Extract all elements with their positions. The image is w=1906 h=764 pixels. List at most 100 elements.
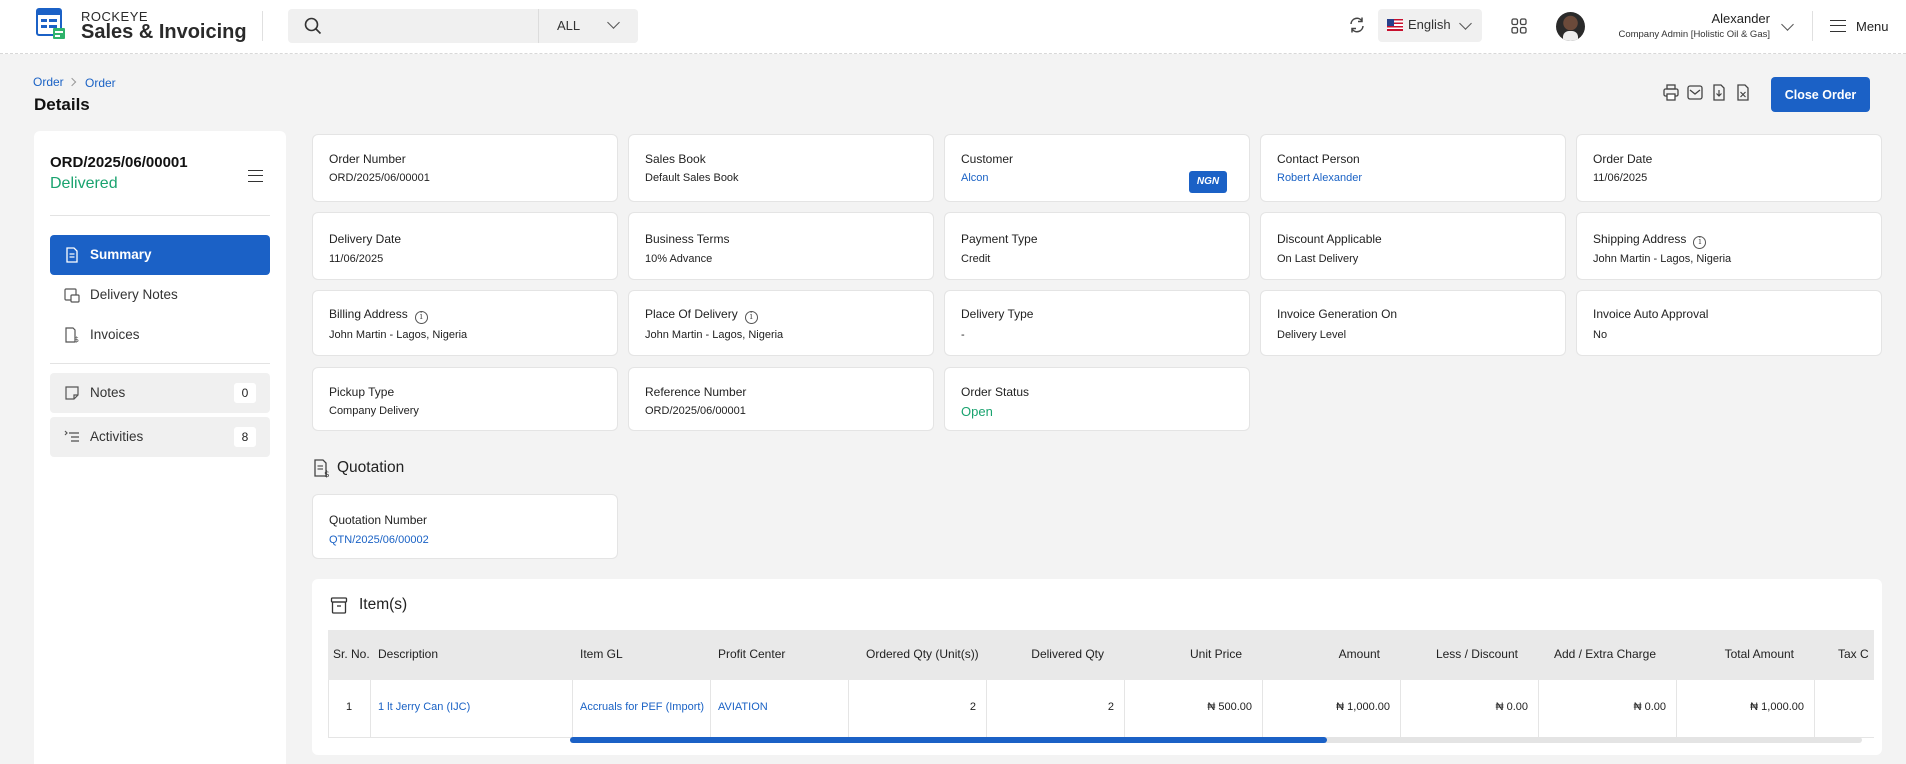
cell-description-link[interactable]: 1 lt Jerry Can (IJC) — [378, 701, 470, 713]
info-icon[interactable]: i — [744, 311, 758, 324]
field-business-terms: Business Terms 10% Advance — [628, 212, 934, 280]
field-value: John Martin - Lagos, Nigeria — [1593, 253, 1732, 265]
field-discount-applicable: Discount Applicable On Last Delivery — [1260, 212, 1566, 280]
field-value: ORD/2025/06/00001 — [329, 172, 430, 184]
field-value: Default Sales Book — [645, 172, 739, 184]
user-name[interactable]: Alexander — [1600, 11, 1770, 26]
divider — [50, 215, 270, 216]
column-header[interactable]: Total Amount — [1694, 647, 1794, 661]
brand-name: Sales & Invoicing — [81, 21, 247, 43]
quotation-icon: $ — [314, 459, 330, 478]
horizontal-scrollbar-thumb[interactable] — [570, 737, 1327, 743]
cell-profit-center-link[interactable]: AVIATION — [718, 701, 768, 713]
field-value: 11/06/2025 — [1593, 172, 1648, 184]
field-pickup-type: Pickup Type Company Delivery — [312, 367, 618, 431]
sidebar-item-summary[interactable]: Summary — [50, 235, 270, 275]
sidebar-item-invoices[interactable]: $ Invoices — [50, 315, 270, 355]
box-icon — [330, 597, 348, 614]
print-icon[interactable] — [1663, 84, 1679, 101]
field-label-wrap: Billing Address i — [329, 307, 428, 324]
search-scope-label: ALL — [557, 18, 581, 33]
field-value: No — [1593, 329, 1608, 341]
column-header[interactable]: Less / Discount — [1418, 647, 1518, 661]
info-icon[interactable]: i — [414, 311, 428, 324]
column-header[interactable]: Item GL — [580, 647, 623, 661]
sidebar-menu-icon[interactable] — [248, 170, 263, 182]
breadcrumb-order-2[interactable]: Order — [85, 76, 116, 90]
cell-border — [1814, 680, 1815, 738]
sidebar-item-label: Delivery Notes — [90, 287, 178, 302]
column-header[interactable]: Delivered Qty — [1004, 647, 1104, 661]
field-place-of-delivery: Place Of Delivery i John Martin - Lagos, … — [628, 290, 934, 356]
column-header[interactable]: Profit Center — [718, 647, 785, 661]
field-label: Customer — [961, 152, 1014, 166]
sidebar-item-label: Notes — [90, 385, 126, 400]
field-label-wrap: Shipping Address i — [1593, 232, 1707, 249]
search-scope-select[interactable]: ALL — [538, 9, 638, 43]
divider — [1812, 11, 1813, 41]
pdf-download-icon[interactable] — [1711, 84, 1727, 101]
email-icon[interactable] — [1687, 84, 1703, 101]
search-icon[interactable] — [304, 17, 322, 35]
sidebar-item-label: Invoices — [90, 327, 140, 342]
column-header[interactable]: Unit Price — [1142, 647, 1242, 661]
cell-border — [572, 680, 573, 738]
field-label: Order Number — [329, 152, 406, 166]
items-section: Item(s) Sr. No. Description Item GL Prof… — [312, 579, 1882, 755]
field-label: Contact Person — [1277, 152, 1360, 166]
field-label-wrap: Place Of Delivery i — [645, 307, 758, 324]
refresh-icon[interactable] — [1348, 16, 1366, 34]
delivery-note-icon — [64, 288, 80, 303]
field-contact-person: Contact Person Robert Alexander — [1260, 134, 1566, 202]
apps-grid-icon[interactable] — [1511, 18, 1527, 34]
breadcrumb-order-1[interactable]: Order — [33, 75, 64, 89]
cell-item-gl-link[interactable]: Accruals for PEF (Import) — [580, 701, 704, 713]
field-order-number: Order Number ORD/2025/06/00001 — [312, 134, 618, 202]
field-label: Place Of Delivery — [645, 307, 738, 321]
field-label: Order Date — [1593, 152, 1653, 166]
svg-text:$: $ — [74, 335, 79, 343]
column-header[interactable]: Description — [378, 647, 438, 661]
field-label: Discount Applicable — [1277, 232, 1382, 246]
info-icon[interactable]: i — [1693, 236, 1707, 249]
user-menu-chevron-icon[interactable] — [1781, 18, 1794, 31]
field-delivery-date: Delivery Date 11/06/2025 — [312, 212, 618, 280]
menu-icon[interactable] — [1830, 20, 1846, 32]
contact-person-link[interactable]: Robert Alexander — [1277, 172, 1362, 184]
chevron-down-icon — [1459, 17, 1472, 30]
cell-sr-no: 1 — [346, 701, 353, 713]
cell-border — [1124, 680, 1125, 738]
field-quotation-number: Quotation Number QTN/2025/06/00002 — [312, 494, 618, 559]
table-header: Sr. No. Description Item GL Profit Cente… — [328, 630, 1874, 680]
sidebar-item-delivery-notes[interactable]: Delivery Notes — [50, 275, 270, 315]
column-header[interactable]: Add / Extra Charge — [1546, 647, 1656, 661]
document-icon — [66, 247, 78, 263]
cell-unit-price: ₦ 500.00 — [1207, 701, 1252, 713]
column-header[interactable]: Ordered Qty (Unit(s)) — [866, 647, 979, 661]
column-header[interactable]: Sr. No. — [333, 647, 370, 661]
chevron-down-icon — [607, 16, 620, 29]
notes-count-badge: 0 — [234, 383, 256, 403]
sidebar-order-number: ORD/2025/06/00001 — [50, 154, 188, 171]
quotation-section-title: Quotation — [337, 459, 405, 476]
field-order-date: Order Date 11/06/2025 — [1576, 134, 1882, 202]
language-select[interactable]: English — [1378, 9, 1482, 42]
cell-border — [1538, 680, 1539, 738]
sidebar-item-notes[interactable]: Notes 0 — [50, 373, 270, 413]
activities-count-badge: 8 — [234, 427, 256, 447]
field-value: Delivery Level — [1277, 329, 1347, 341]
customer-link[interactable]: Alcon — [961, 172, 989, 184]
close-order-button[interactable]: Close Order — [1771, 77, 1870, 112]
sidebar-item-activities[interactable]: Activities 8 — [50, 417, 270, 457]
quotation-number-link[interactable]: QTN/2025/06/00002 — [329, 534, 429, 546]
column-header[interactable]: Tax C — [1838, 647, 1869, 661]
cell-border — [370, 680, 371, 738]
field-label: Pickup Type — [329, 385, 395, 399]
column-header[interactable]: Amount — [1280, 647, 1380, 661]
cell-amount: ₦ 1,000.00 — [1336, 701, 1390, 713]
field-value: 11/06/2025 — [329, 253, 384, 265]
excel-export-icon[interactable] — [1735, 84, 1751, 101]
cell-border — [1676, 680, 1677, 738]
menu-button[interactable]: Menu — [1856, 19, 1889, 34]
table-row[interactable]: 1 1 lt Jerry Can (IJC) Accruals for PEF … — [328, 680, 1874, 738]
